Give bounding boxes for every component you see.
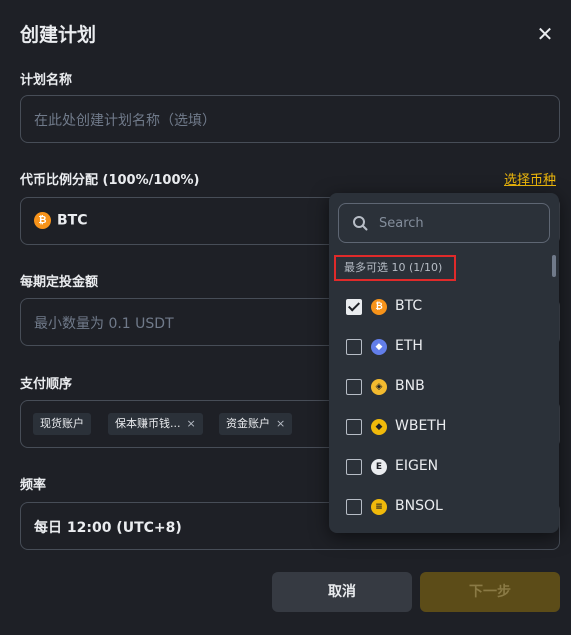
selection-limit-note: 最多可选 10 (1/10) [334, 255, 456, 281]
frequency-value: 每日 12:00 (UTC+8) [34, 520, 182, 536]
close-icon[interactable]: ✕ [535, 24, 555, 44]
dropdown-scrollbar[interactable] [552, 255, 556, 277]
coin-option-bnsol[interactable]: ≡ BNSOL [346, 495, 536, 519]
coin-option-btc[interactable]: ₿ BTC [346, 295, 536, 319]
modal-title: 创建计划 [20, 24, 97, 46]
coin-option-eth[interactable]: ◆ ETH [346, 335, 536, 359]
search-icon [353, 216, 368, 231]
next-step-button[interactable]: 下一步 [420, 572, 560, 612]
btc-icon: ₿ [34, 212, 51, 229]
checkbox[interactable] [346, 459, 362, 475]
plan-name-label: 计划名称 [20, 73, 73, 88]
selected-coin-label: BTC [57, 212, 88, 229]
payment-tag-label: 保本赚币钱... [115, 417, 181, 430]
payment-tag-spot: 现货账户 [33, 413, 91, 435]
coin-option-wbeth[interactable]: ◆ WBETH [346, 415, 536, 439]
payment-tag-label: 现货账户 [40, 417, 84, 430]
plan-name-placeholder: 在此处创建计划名称（选填） [34, 113, 216, 129]
coin-option-label: ETH [395, 338, 423, 354]
select-coin-link[interactable]: 选择币种 [504, 169, 556, 188]
payment-tag-funding: 资金账户 × [219, 413, 293, 435]
coin-select-dropdown: 最多可选 10 (1/10) ₿ BTC ◆ ETH ◈ BNB ◆ WBETH… [329, 193, 559, 533]
remove-tag-icon[interactable]: × [187, 417, 196, 430]
checkbox[interactable] [346, 379, 362, 395]
btc-icon: ₿ [371, 299, 387, 315]
remove-tag-icon[interactable]: × [276, 417, 285, 430]
create-plan-modal: 创建计划 ✕ 计划名称 在此处创建计划名称（选填） 代币比例分配 (100%/1… [0, 0, 571, 635]
allocation-label: 代币比例分配 (100%/100%) [20, 173, 200, 188]
coin-option-label: WBETH [395, 418, 447, 434]
bnsol-icon: ≡ [371, 499, 387, 515]
checkbox[interactable] [346, 499, 362, 515]
coin-option-label: BNSOL [395, 498, 443, 514]
checkbox[interactable] [346, 339, 362, 355]
payment-order-label: 支付顺序 [20, 377, 73, 392]
checkbox-checked[interactable] [346, 299, 362, 315]
wbeth-icon: ◆ [371, 419, 387, 435]
coin-option-bnb[interactable]: ◈ BNB [346, 375, 536, 399]
selected-coin: ₿ BTC [34, 212, 88, 229]
eigen-icon: E [371, 459, 387, 475]
cancel-button[interactable]: 取消 [272, 572, 412, 612]
payment-tag-label: 资金账户 [226, 417, 270, 430]
frequency-label: 频率 [20, 478, 47, 493]
coin-option-label: EIGEN [395, 458, 439, 474]
plan-name-field[interactable]: 在此处创建计划名称（选填） [20, 95, 560, 143]
checkbox[interactable] [346, 419, 362, 435]
coin-search-input[interactable] [379, 213, 539, 233]
amount-placeholder: 最小数量为 0.1 USDT [34, 316, 174, 332]
coin-search-box[interactable] [338, 203, 550, 243]
eth-icon: ◆ [371, 339, 387, 355]
coin-option-label: BNB [395, 378, 425, 394]
amount-label: 每期定投金额 [20, 275, 99, 290]
bnb-icon: ◈ [371, 379, 387, 395]
coin-option-label: BTC [395, 298, 423, 314]
coin-option-eigen[interactable]: E EIGEN [346, 455, 536, 479]
payment-tag-earn: 保本赚币钱... × [108, 413, 203, 435]
